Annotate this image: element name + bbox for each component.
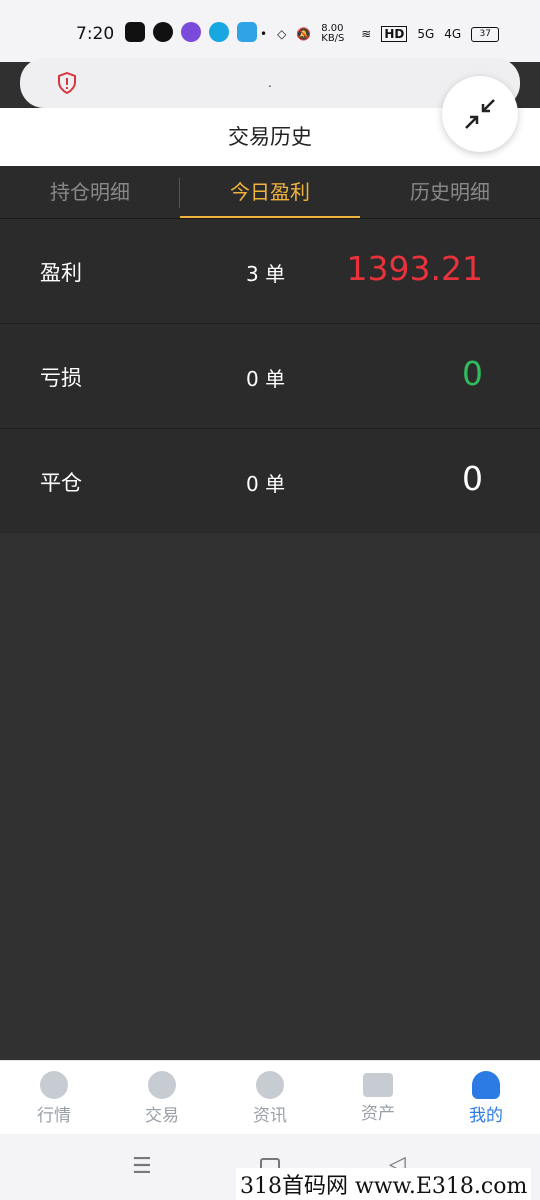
collapse-icon [465, 99, 495, 129]
row-value: 0 [462, 459, 483, 498]
tab-positions[interactable]: 持仓明细 [0, 166, 180, 218]
list-item-profit: 盈利 3 单 1393.21 [0, 219, 540, 324]
user-icon [472, 1071, 500, 1099]
nav-assets[interactable]: 资产 [324, 1061, 432, 1135]
chat-app-icon [237, 22, 257, 42]
hd-badge: HD [381, 26, 408, 42]
row-count: 0 单 [246, 367, 286, 391]
news-icon [256, 1071, 284, 1099]
tab-history[interactable]: 历史明细 [360, 166, 540, 218]
tab-today-profit[interactable]: 今日盈利 [180, 166, 360, 218]
nav-label: 我的 [469, 1106, 503, 1126]
status-time: 7:20 [76, 24, 115, 44]
bottom-nav: 行情 交易 资讯 资产 我的 [0, 1060, 540, 1135]
nav-label: 交易 [145, 1106, 179, 1126]
signal-4g: 4G [444, 27, 462, 41]
loop-app-icon [181, 22, 201, 42]
row-label: 亏损 [40, 366, 82, 390]
drop-icon: ◇ [277, 27, 287, 41]
list-item-loss: 亏损 0 单 0 [0, 324, 540, 429]
watermark: 318首码网 www.E318.com [236, 1168, 532, 1200]
summary-list: 盈利 3 单 1393.21 亏损 0 单 0 平仓 0 单 0 [0, 219, 540, 534]
row-label: 平仓 [40, 471, 82, 495]
menu-icon[interactable]: ☰ [132, 1154, 152, 1179]
empty-area [0, 533, 540, 1060]
net-speed: 8.00 KB/S [321, 23, 345, 44]
nav-trade[interactable]: 交易 [108, 1061, 216, 1135]
tab-bar: 持仓明细 今日盈利 历史明细 [0, 166, 540, 219]
row-label: 盈利 [40, 261, 82, 285]
status-bar: 7:20 • ◇ 🔕 8.00 KB/S ≋ HD 5G 4G 37 [0, 0, 540, 62]
wallet-icon [363, 1073, 393, 1097]
row-count: 0 单 [246, 472, 286, 496]
signal-5g: 5G [417, 27, 435, 41]
trade-icon [148, 1071, 176, 1099]
battery-icon: 37 [471, 26, 500, 42]
wechat-icon [153, 22, 173, 42]
wifi-icon: ≋ [361, 27, 372, 41]
list-item-close: 平仓 0 单 0 [0, 429, 540, 534]
dot-icon: • [260, 27, 268, 41]
tab-divider [179, 178, 180, 208]
url-text: . [268, 76, 272, 90]
app-notification-icon [125, 22, 145, 42]
nav-market[interactable]: 行情 [0, 1061, 108, 1135]
nav-news[interactable]: 资讯 [216, 1061, 324, 1135]
row-count: 3 单 [246, 262, 286, 286]
nav-label: 行情 [37, 1106, 71, 1126]
mute-icon: 🔕 [296, 27, 312, 41]
status-right: • ◇ 🔕 8.00 KB/S ≋ HD 5G 4G 37 [260, 23, 500, 44]
row-value: 1393.21 [346, 249, 483, 288]
security-shield-icon [58, 72, 76, 94]
notification-icons [125, 22, 257, 42]
market-icon [40, 1071, 68, 1099]
collapse-button[interactable] [442, 76, 518, 152]
nav-label: 资产 [361, 1104, 395, 1124]
nav-mine[interactable]: 我的 [432, 1061, 540, 1135]
qq-icon [209, 22, 229, 42]
nav-label: 资讯 [253, 1106, 287, 1126]
row-value: 0 [462, 354, 483, 393]
